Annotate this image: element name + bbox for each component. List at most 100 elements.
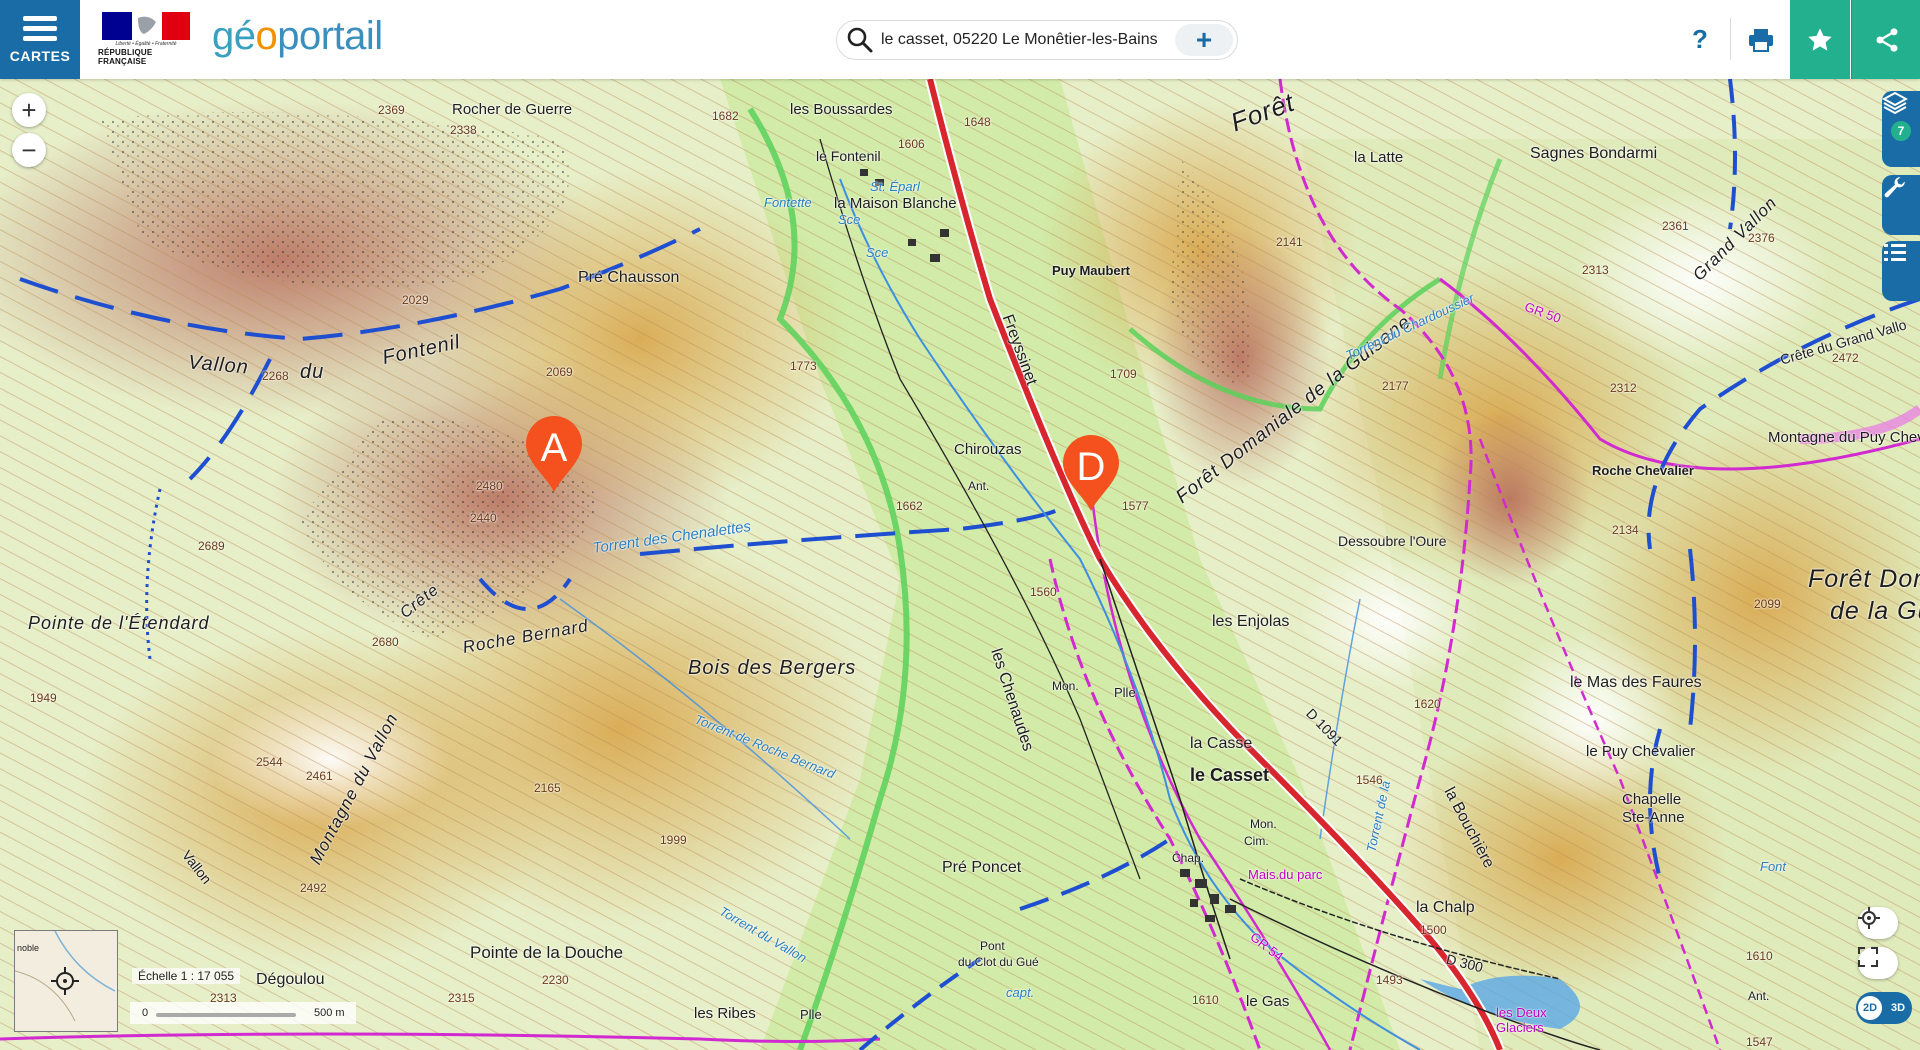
map-label-le-gas: le Gas — [1246, 993, 1290, 1010]
wrench-icon — [1884, 177, 1905, 198]
map-label-mais-parc: Mais.du parc — [1248, 867, 1323, 882]
alt-1949: 1949 — [30, 691, 57, 705]
map-label-ste-anne: Ste-Anne — [1622, 809, 1685, 826]
alt-2689: 2689 — [198, 539, 225, 553]
map-canvas[interactable]: Rocher de Guerre les Boussardes le Fonte… — [0, 79, 1920, 1050]
fullscreen-button[interactable] — [1858, 947, 1898, 979]
search-input[interactable] — [879, 30, 1183, 50]
map-label-du: du — [300, 361, 325, 383]
search-icon[interactable] — [845, 25, 875, 55]
brand-part2: o — [255, 14, 278, 58]
alt-2369: 2369 — [378, 103, 405, 117]
map-label-roche-chevalier: Roche Chevalier — [1592, 463, 1694, 478]
alt-1546: 1546 — [1356, 773, 1383, 787]
crosshair-icon — [1858, 907, 1880, 929]
alt-1662: 1662 — [896, 499, 923, 513]
map-label-chapelle: Chapelle — [1622, 791, 1682, 808]
overview-label: noble — [17, 943, 40, 953]
tools-tab[interactable] — [1882, 175, 1920, 235]
alt-1610b: 1610 — [1746, 949, 1773, 963]
map-label-st-eparl: St. Éparl — [870, 179, 920, 194]
map-label-montagne-puy: Montagne du Puy Chev — [1768, 429, 1920, 446]
map-label-chap: Chap. — [1172, 851, 1205, 865]
zoom-out-button[interactable]: − — [12, 133, 46, 167]
map-label-pointe-douche: Pointe de la Douche — [470, 943, 624, 962]
alt-2268: 2268 — [262, 369, 289, 383]
map-label-les-ribes: les Ribes — [694, 1005, 756, 1022]
brand-part1: gé — [212, 14, 256, 58]
map-label-puy-maubert: Puy Maubert — [1052, 263, 1131, 278]
alt-1493: 1493 — [1376, 973, 1403, 987]
alt-2177: 2177 — [1382, 379, 1409, 393]
cartes-menu-button[interactable]: CARTES — [0, 0, 80, 79]
map-label-le-fontenil: le Fontenil — [816, 148, 881, 164]
map-label-ant-1: Ant. — [968, 479, 990, 493]
scale-bar: 0 500 m — [130, 1002, 356, 1024]
alt-2461: 2461 — [306, 769, 333, 783]
alt-1610: 1610 — [1192, 993, 1219, 1007]
scale-widget: Échelle 1 : 17 055 0 500 m — [130, 964, 370, 1030]
alt-2134: 2134 — [1612, 523, 1639, 537]
marker-d[interactable]: D — [1061, 435, 1121, 513]
fullscreen-icon — [1858, 947, 1878, 967]
zoom-in-button[interactable]: + — [12, 93, 46, 127]
alt-2141: 2141 — [1276, 235, 1303, 249]
map-label-la-latte: la Latte — [1354, 149, 1404, 166]
layers-count-badge: 7 — [1891, 121, 1911, 141]
alt-2361: 2361 — [1662, 219, 1689, 233]
map-label-les-enjolas: les Enjolas — [1212, 613, 1290, 630]
alt-2376: 2376 — [1748, 231, 1775, 245]
topographic-map — [0, 79, 1920, 1050]
share-button[interactable] — [1851, 0, 1920, 79]
legend-tab[interactable] — [1882, 241, 1920, 301]
map-label-la-chalp: la Chalp — [1416, 899, 1475, 916]
alt-1500: 1500 — [1420, 923, 1447, 937]
geolocate-button[interactable] — [1858, 907, 1898, 939]
layers-icon — [1882, 91, 1908, 115]
map-label-rocher-guerre: Rocher de Guerre — [452, 101, 573, 118]
alt-2069: 2069 — [546, 365, 573, 379]
map-label-font: Font — [1760, 859, 1787, 874]
alt-2338: 2338 — [450, 123, 477, 137]
scale-line — [156, 1013, 296, 1017]
map-label-ant-2: Ant. — [1748, 989, 1770, 1003]
search-add-button[interactable]: + — [1175, 24, 1233, 56]
alt-1606: 1606 — [898, 137, 925, 151]
alt-1620: 1620 — [1414, 697, 1441, 711]
star-icon — [1808, 27, 1832, 51]
marker-a[interactable]: A — [524, 416, 584, 494]
favorites-button[interactable] — [1790, 0, 1850, 79]
print-button[interactable] — [1731, 0, 1791, 79]
republique-francaise-logo[interactable]: Liberté • Égalité • Fraternité RÉPUBLIQU… — [98, 10, 194, 68]
map-label-cim: Cim. — [1244, 834, 1269, 848]
toggle-3d[interactable]: 3D — [1886, 996, 1910, 1020]
2d-3d-toggle[interactable]: 2D 3D — [1856, 992, 1912, 1024]
geoportail-brand[interactable]: géoportail — [212, 14, 383, 59]
alt-2544: 2544 — [256, 755, 283, 769]
map-label-sce-2: Sce — [866, 245, 889, 260]
help-button[interactable]: ? — [1670, 0, 1730, 79]
map-label-les-deux-glaciers: les Deux Glaciers — [1496, 1005, 1547, 1035]
alt-2029: 2029 — [402, 293, 429, 307]
overview-map[interactable]: noble — [14, 930, 118, 1032]
alt-1560: 1560 — [1030, 585, 1057, 599]
map-label-bois-bergers: Bois des Bergers — [688, 657, 857, 679]
map-label-foret-right-2: de la Gu — [1830, 597, 1920, 625]
layers-tab[interactable]: 7 — [1882, 91, 1920, 167]
map-label-pre-poncet: Pré Poncet — [942, 859, 1022, 876]
alt-2680: 2680 — [372, 635, 399, 649]
map-label-chirouzas: Chirouzas — [954, 441, 1022, 458]
toggle-2d[interactable]: 2D — [1858, 996, 1882, 1020]
app-header: CARTES Liberté • Égalité • Fraternité RÉ… — [0, 0, 1920, 79]
map-label-la-casse: la Casse — [1190, 735, 1253, 752]
map-label-mon-1: Mon. — [1052, 679, 1079, 693]
marker-d-label: D — [1076, 445, 1106, 489]
map-label-pointe-etendard: Pointe de l'Étendard — [28, 613, 210, 633]
scale-label: Échelle 1 : 17 055 — [132, 968, 241, 984]
rf-line2: FRANÇAISE — [98, 57, 147, 66]
scale-distance: 500 m — [314, 1007, 345, 1019]
map-label-plle-1: Plle — [1114, 685, 1136, 700]
map-label-sce-1: Sce — [838, 212, 861, 227]
list-icon — [1884, 244, 1906, 261]
rf-motto: Liberté • Égalité • Fraternité — [115, 41, 177, 47]
